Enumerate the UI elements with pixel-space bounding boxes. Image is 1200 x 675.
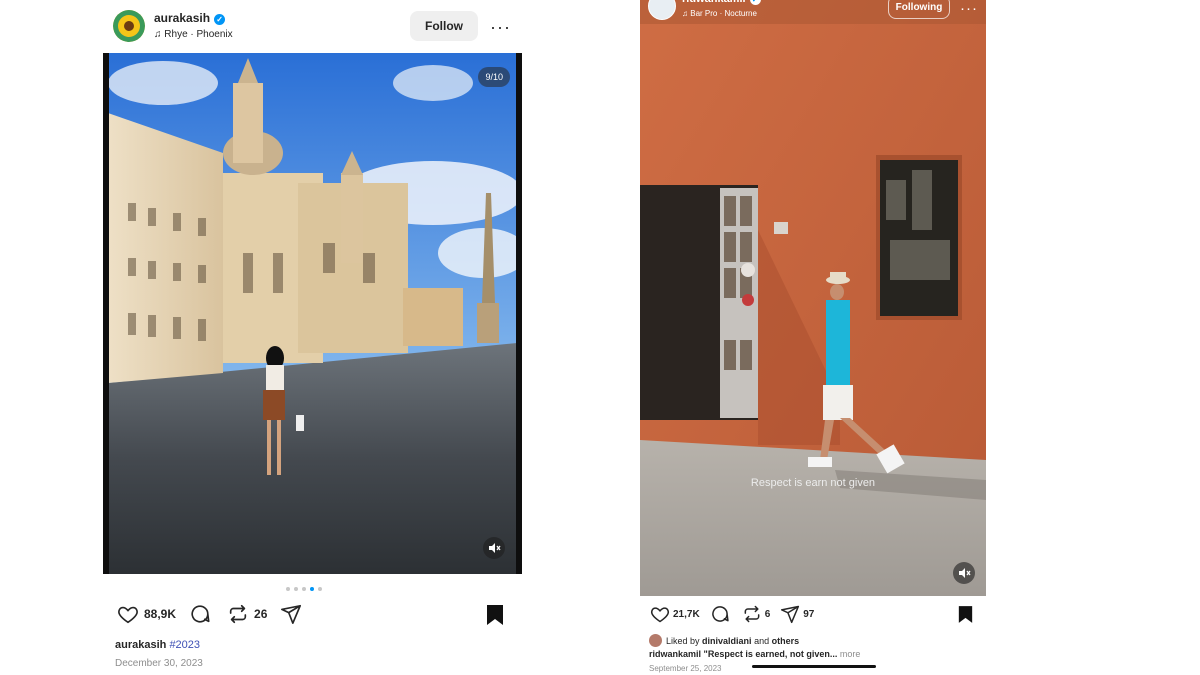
username-row[interactable]: aurakasih ✓ <box>154 11 226 25</box>
comment-button[interactable] <box>189 603 211 625</box>
more-options-icon[interactable]: ··· <box>490 18 511 36</box>
action-bar: 88,9K 26 <box>117 603 302 625</box>
comment-button[interactable] <box>710 604 730 624</box>
like-count: 88,9K <box>144 607 177 621</box>
more-options-icon[interactable]: ··· <box>960 1 978 16</box>
verified-badge-icon: ✓ <box>749 0 761 5</box>
repost-button[interactable]: 26 <box>227 603 267 625</box>
carousel-dot[interactable] <box>302 587 306 591</box>
image-counter-badge: 9/10 <box>478 67 510 87</box>
carousel-dots <box>286 587 322 591</box>
caption-more-link[interactable]: more <box>840 649 861 659</box>
username-row[interactable]: ridwankamil✓ <box>682 0 761 5</box>
carousel-dot[interactable] <box>318 587 322 591</box>
avatar[interactable] <box>649 634 662 647</box>
mute-icon[interactable] <box>953 562 975 584</box>
liked-by-row: Liked by dinivaldiani and others <box>649 634 799 647</box>
username[interactable]: aurakasih <box>154 11 210 25</box>
following-button[interactable]: Following <box>888 0 950 19</box>
like-button[interactable]: 88,9K <box>117 603 176 625</box>
post-header: aurakasih ✓ ♫ Rhye · Phoenix Follow ··· <box>103 0 523 52</box>
home-indicator <box>752 665 876 668</box>
like-count: 21,7K <box>673 608 700 620</box>
send-icon <box>281 604 302 624</box>
username[interactable]: ridwankamil <box>682 0 746 5</box>
share-button[interactable] <box>280 603 302 625</box>
mute-icon[interactable] <box>483 537 505 559</box>
comment-icon <box>191 605 210 623</box>
liked-by-prefix: Liked by <box>666 635 700 646</box>
video-overlay-text: Respect is earn not given <box>750 477 876 489</box>
verified-badge-icon: ✓ <box>214 14 226 25</box>
action-bar: 21,7K 6 97 <box>650 604 814 624</box>
follow-button[interactable]: Follow <box>410 11 478 41</box>
bookmark-icon[interactable] <box>958 605 973 629</box>
post-image[interactable]: 9/10 <box>103 53 522 574</box>
music-row[interactable]: ♫ Rhye · Phoenix <box>154 29 233 40</box>
liked-by-and: and <box>754 635 770 646</box>
like-button[interactable]: 21,7K <box>650 604 700 624</box>
carousel-dot[interactable] <box>286 587 290 591</box>
caption-text: "Respect is earned, not given... <box>703 649 838 659</box>
repost-count: 26 <box>254 607 268 621</box>
hashtag-link[interactable]: #2023 <box>169 639 200 651</box>
music-track[interactable]: Bar Pro · Nocturne <box>690 9 757 18</box>
repost-icon <box>229 604 247 624</box>
caption-username[interactable]: aurakasih <box>115 639 166 651</box>
caption: aurakasih #2023 <box>115 639 200 651</box>
bookmark-icon[interactable] <box>486 604 504 631</box>
caption-username[interactable]: ridwankamil <box>649 649 701 659</box>
music-note-icon: ♫ <box>682 9 688 18</box>
music-note-icon: ♫ <box>154 29 162 40</box>
post-video[interactable]: Respect is earn not given <box>640 0 986 596</box>
piazza-navona-photo <box>103 53 522 574</box>
post-card-ridwankamil: Respect is earn not given ridwankamil✓ ♫… <box>640 0 986 675</box>
post-card-aurakasih: aurakasih ✓ ♫ Rhye · Phoenix Follow ··· <box>103 0 523 675</box>
orange-wall-video-frame <box>640 0 986 596</box>
carousel-dot[interactable] <box>294 587 298 591</box>
comment-icon <box>711 606 729 622</box>
heart-icon <box>118 606 138 624</box>
liked-by-user[interactable]: dinivaldiani <box>702 636 752 646</box>
carousel-dot-active[interactable] <box>310 587 314 591</box>
send-icon <box>781 605 800 624</box>
music-track[interactable]: Rhye · Phoenix <box>164 29 232 40</box>
share-button[interactable]: 97 <box>780 604 814 624</box>
post-date: September 25, 2023 <box>649 664 722 673</box>
liked-by-others[interactable]: others <box>772 636 800 646</box>
post-date: December 30, 2023 <box>115 658 203 669</box>
share-count: 97 <box>803 608 815 620</box>
heart-icon <box>650 607 670 623</box>
sunflower-avatar-icon <box>113 10 145 42</box>
caption: ridwankamil "Respect is earned, not give… <box>649 649 860 659</box>
repost-icon <box>744 605 760 623</box>
avatar[interactable] <box>113 10 145 42</box>
repost-count: 6 <box>764 608 771 620</box>
music-row[interactable]: ♫ Bar Pro · Nocturne <box>682 9 757 18</box>
repost-button[interactable]: 6 <box>742 604 771 624</box>
